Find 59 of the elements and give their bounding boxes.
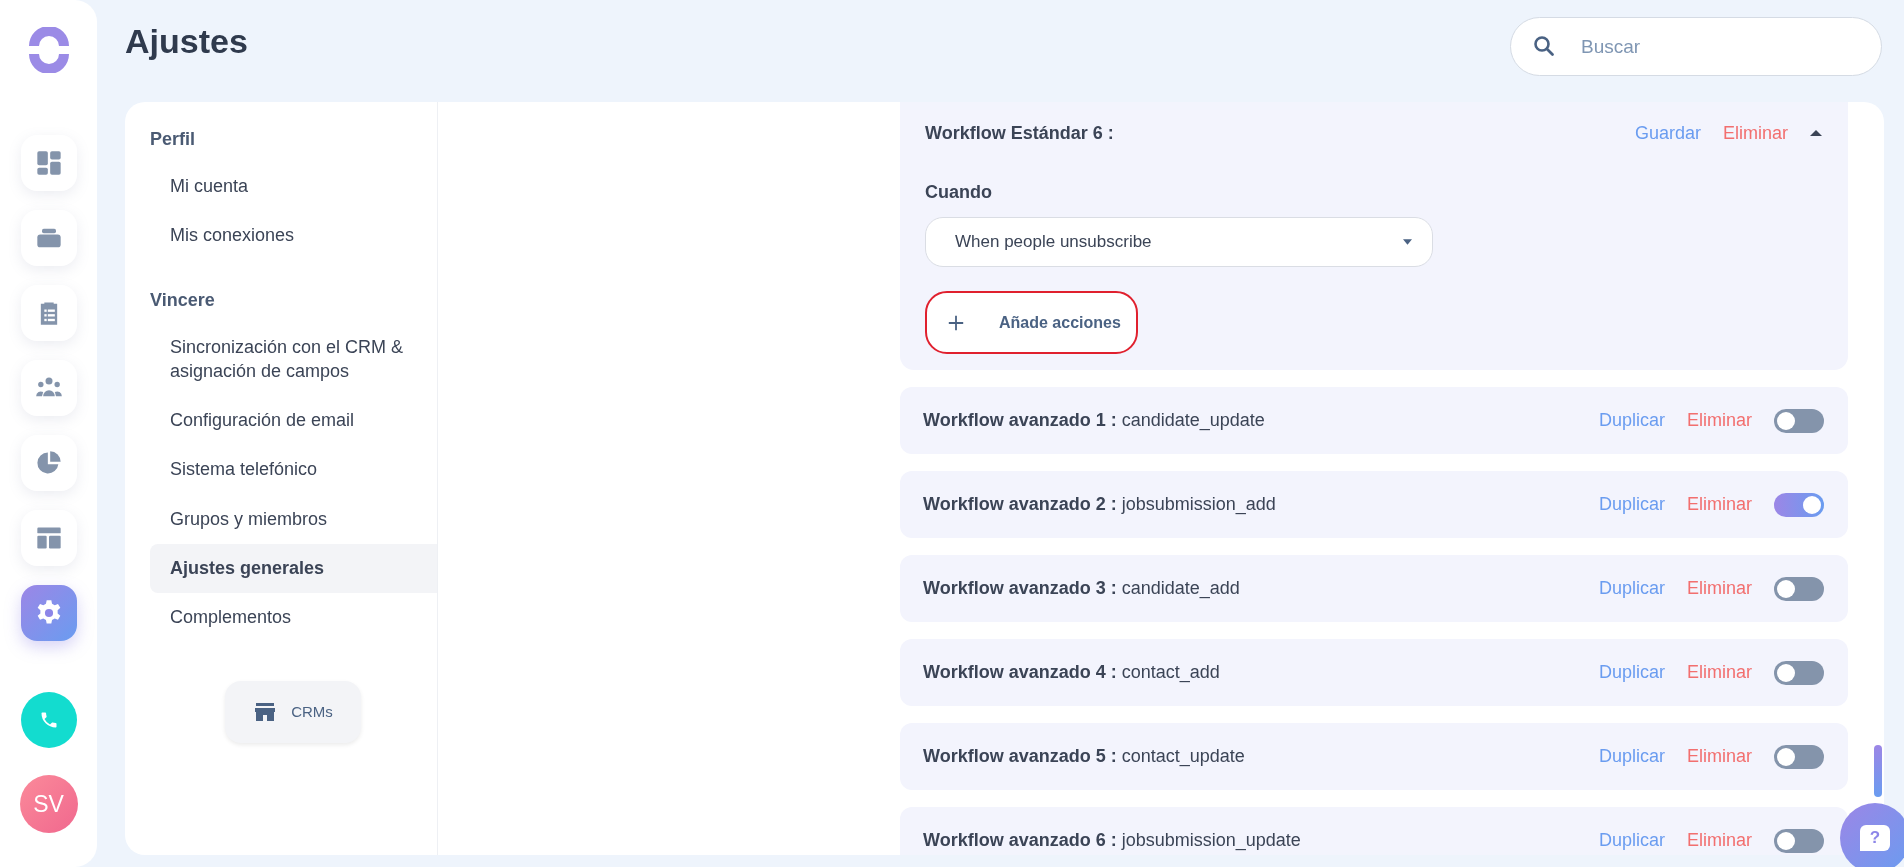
nav-button[interactable] [20,360,77,416]
workflow-name: Workflow avanzado 2 : jobsubmission_add [923,494,1277,515]
menu-heading: Vincere [150,288,216,312]
toggle-switch[interactable] [1774,492,1824,517]
menu-heading: Perfil [150,128,197,151]
delete-link[interactable]: Eliminar [1687,494,1752,515]
delete-link[interactable]: Eliminar [1687,830,1752,851]
delete-link[interactable]: Eliminar [1687,662,1752,683]
workflow-name: Workflow avanzado 6 : jobsubmission_update [923,830,1302,851]
caret-down-icon [1403,239,1412,245]
plus-icon [947,313,965,332]
crms-button[interactable]: CRMs [225,680,361,743]
search-field[interactable]: Buscar [1510,17,1882,76]
workflow-name: Workflow avanzado 5 : contact_update [923,746,1246,767]
nav-button[interactable] [20,285,77,341]
menu-item[interactable]: Mis conexiones [150,211,437,261]
add-actions-button[interactable]: Añade acciones [925,291,1138,354]
trigger-dropdown[interactable]: When people unsubscribe [925,217,1433,267]
delete-link[interactable]: Eliminar [1687,746,1752,767]
toggle-switch[interactable] [1774,744,1824,769]
delete-link[interactable]: Eliminar [1723,122,1788,144]
delete-link[interactable]: Eliminar [1687,410,1752,431]
menu-item[interactable]: Sistema telefónico [150,445,437,495]
duplicate-link[interactable]: Duplicar [1598,410,1665,431]
help-bubble: ? [1860,825,1890,851]
workflow-title: Workflow Estándar 6 : [925,122,1115,144]
menu-item[interactable]: Grupos y miembros [150,494,437,545]
menu-item[interactable]: Mi cuenta [150,162,437,212]
caret-up-icon[interactable] [1810,129,1822,137]
search-icon [1532,34,1556,58]
menu-item[interactable]: Ajustes generales [150,544,437,594]
duplicate-link[interactable]: Duplicar [1598,746,1665,767]
toggle-switch[interactable] [1774,828,1824,853]
delete-link[interactable]: Eliminar [1687,578,1752,599]
scrollbar-thumb[interactable] [1874,745,1882,797]
workflow-name: Workflow avanzado 1 : candidate_update [923,410,1266,431]
nav-button[interactable] [20,210,77,266]
page-title: Ajustes [125,22,248,61]
menu-item[interactable]: Configuración de email [150,396,437,446]
duplicate-link[interactable]: Duplicar [1598,578,1665,599]
toggle-switch[interactable] [1774,408,1824,433]
workflow-name: Workflow avanzado 3 : candidate_add [923,578,1241,599]
duplicate-link[interactable]: Duplicar [1598,830,1665,851]
menu-item[interactable]: Sincronización con el CRM & asignación de campos [150,322,437,397]
user-avatar[interactable]: SV [19,775,78,833]
toggle-switch[interactable] [1774,660,1824,685]
help-button[interactable]: ? [1840,803,1904,867]
nav-button[interactable] [20,510,77,566]
nav-button[interactable] [20,435,77,491]
nav-button[interactable] [20,135,77,191]
duplicate-link[interactable]: Duplicar [1598,494,1665,515]
save-link[interactable]: Guardar [1634,122,1701,144]
workflow-name: Workflow avanzado 4 : contact_add [923,662,1221,683]
duplicate-link[interactable]: Duplicar [1598,662,1665,683]
nav-button[interactable] [20,585,77,641]
field-label: Cuando [925,182,993,203]
menu-item[interactable]: Complementos [150,593,437,643]
dashboard-icon [34,149,63,177]
toggle-switch[interactable] [1774,576,1824,601]
